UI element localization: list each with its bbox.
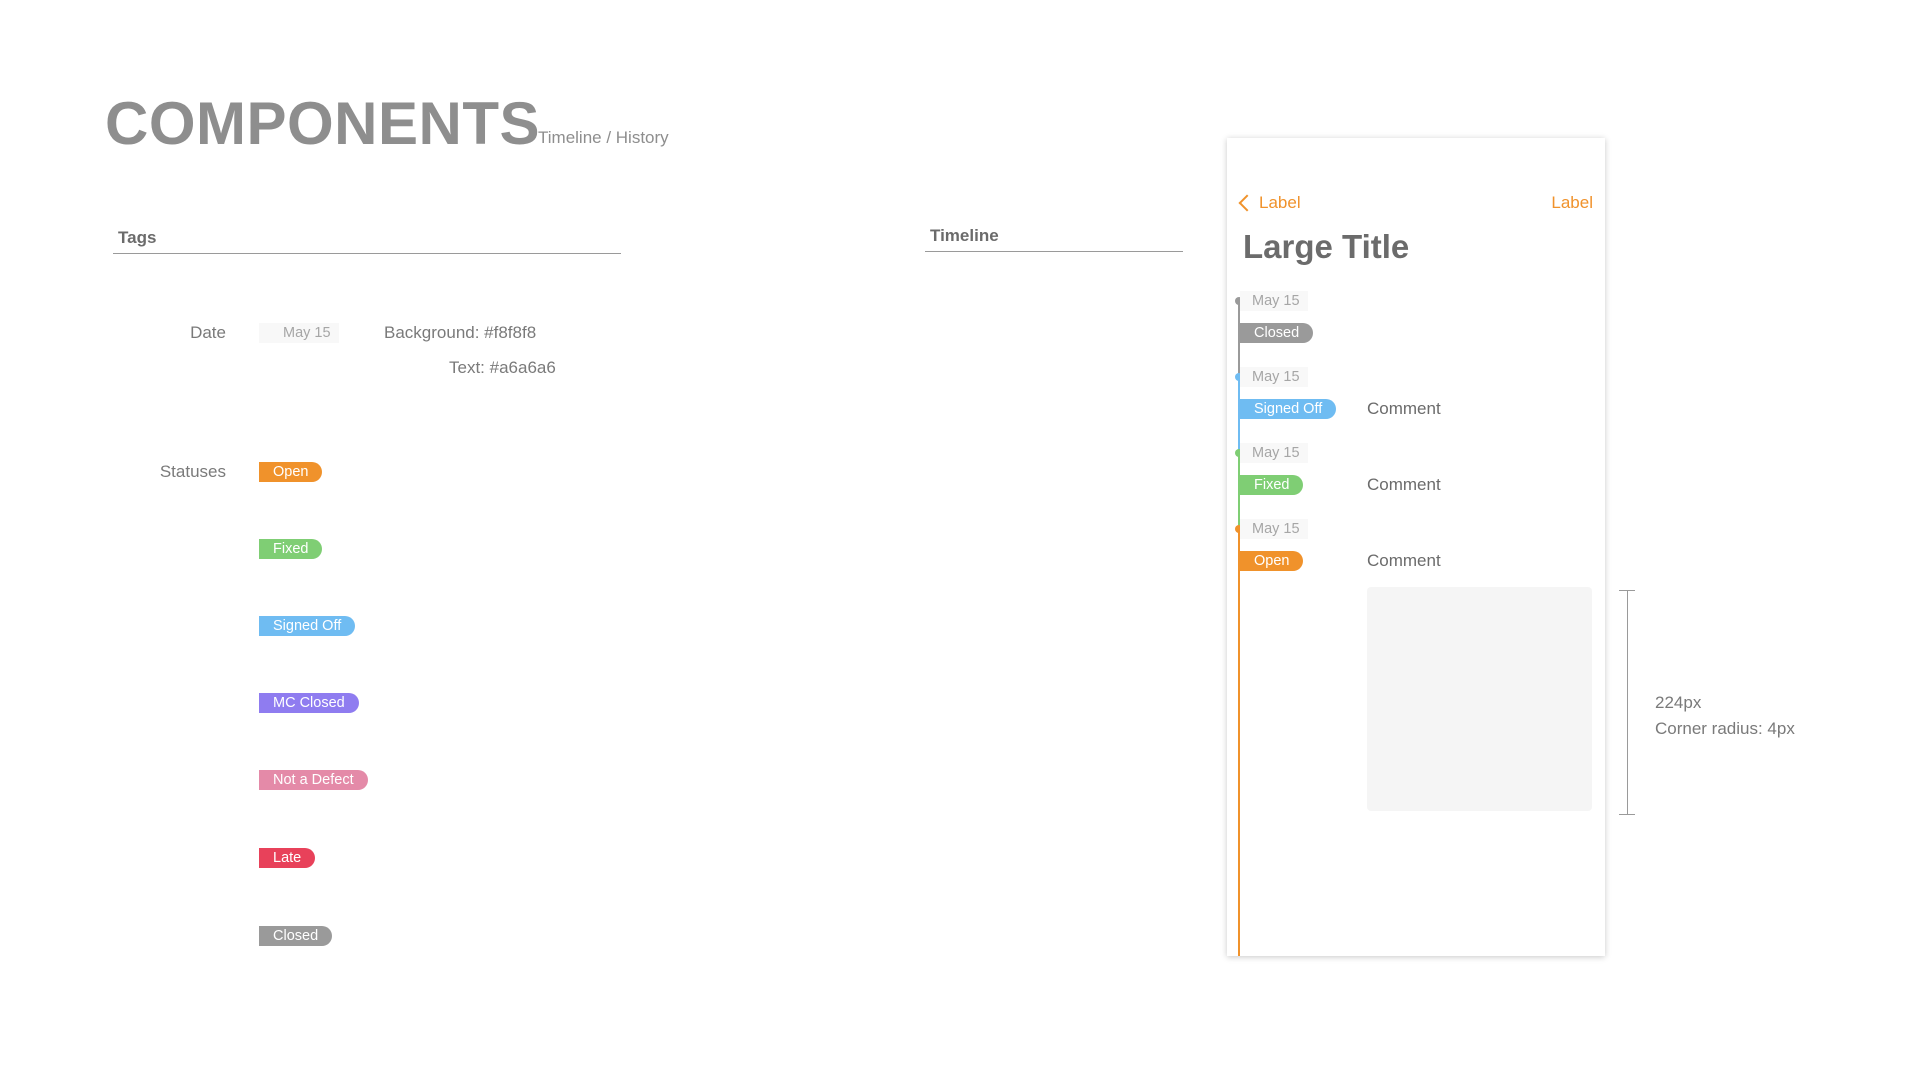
large-title: Large Title — [1243, 228, 1410, 265]
dimension-line — [1627, 590, 1628, 814]
nav-right-button[interactable]: Label — [1551, 193, 1593, 213]
status-tag-open: Open — [259, 462, 323, 482]
status-tag-fixed: Fixed — [259, 539, 323, 559]
timeline-date: May 15 — [1240, 367, 1308, 387]
attachment-placeholder — [1367, 587, 1592, 811]
date-background-note: Background: #f8f8f8 — [384, 323, 537, 342]
timeline-status-tag: Fixed — [1240, 475, 1304, 495]
timeline-comment: Comment — [1367, 551, 1441, 570]
status-tag-signed-off: Signed Off — [259, 616, 356, 636]
timeline-comment: Comment — [1367, 399, 1441, 418]
date-chip: May 15 — [259, 323, 339, 343]
status-tag-not-a-defect: Not a Defect — [259, 770, 368, 790]
timeline-comment: Comment — [1367, 475, 1441, 494]
phone-frame: Label Label Large Title May 15 Closed Ma… — [1227, 138, 1605, 956]
page-subtitle: Timeline / History — [538, 128, 669, 147]
dimension-bottom-cap — [1619, 814, 1635, 815]
page-title: COMPONENTS — [105, 90, 541, 157]
status-tag-closed: Closed — [259, 926, 333, 946]
timeline-status-tag: Signed Off — [1240, 399, 1337, 419]
timeline-divider — [925, 251, 1183, 252]
status-tag-mc-closed: MC Closed — [259, 693, 359, 713]
date-text-note: Text: #a6a6a6 — [449, 358, 556, 377]
timeline-date: May 15 — [1240, 519, 1308, 539]
timeline-heading: Timeline — [930, 226, 999, 245]
statuses-row-label: Statuses — [159, 462, 226, 481]
back-button[interactable]: Label — [1238, 191, 1301, 215]
dimension-size-label: 224px — [1655, 693, 1702, 712]
timeline-date: May 15 — [1240, 291, 1308, 311]
tags-divider — [113, 253, 621, 254]
status-tag-late: Late — [259, 848, 316, 868]
timeline-status-tag: Open — [1240, 551, 1304, 571]
chevron-left-icon — [1238, 194, 1256, 212]
timeline-date: May 15 — [1240, 443, 1308, 463]
date-row-label: Date — [190, 323, 226, 342]
back-button-label: Label — [1259, 193, 1301, 212]
tags-heading: Tags — [118, 228, 157, 247]
timeline-status-tag: Closed — [1240, 323, 1314, 343]
timeline-segment-open — [1238, 530, 1240, 956]
dimension-radius-label: Corner radius: 4px — [1655, 719, 1795, 738]
